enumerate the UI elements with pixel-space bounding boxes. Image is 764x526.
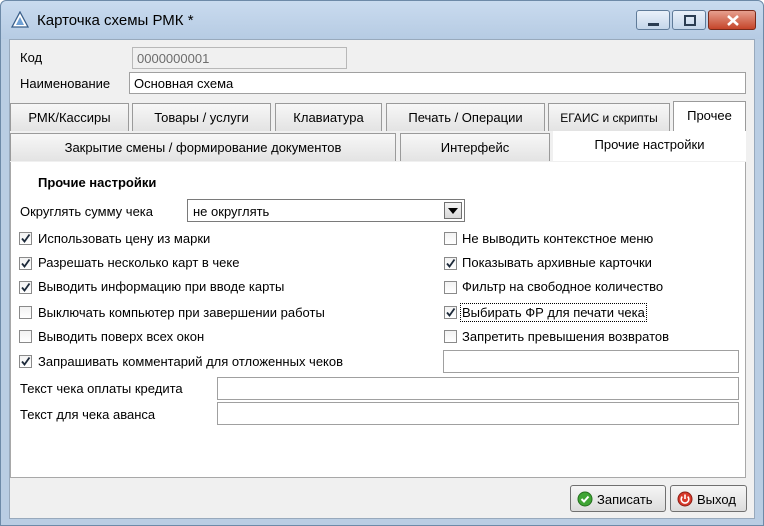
checkbox-card-info[interactable] (19, 281, 32, 294)
title-bar[interactable]: Карточка схемы РМК * (1, 1, 763, 39)
label-always-on-top[interactable]: Выводить поверх всех окон (38, 329, 204, 344)
tab-interface[interactable]: Интерфейс (400, 133, 550, 161)
checkbox-forbid-return-excess[interactable] (444, 330, 457, 343)
label-forbid-return-excess[interactable]: Запретить превышения возвратов (462, 329, 669, 344)
label-deferred-comment[interactable]: Запрашивать комментарий для отложенных ч… (38, 354, 343, 369)
checkbox-always-on-top[interactable] (19, 330, 32, 343)
tab-rmk-cashiers[interactable]: РМК/Кассиры (10, 103, 129, 131)
close-button[interactable] (708, 10, 756, 30)
app-icon (11, 11, 29, 28)
tab-print-operations[interactable]: Печать / Операции (386, 103, 545, 131)
tab-other-settings[interactable]: Прочие настройки (553, 131, 746, 161)
minimize-icon (648, 23, 659, 26)
checkbox-shutdown-pc[interactable] (19, 306, 32, 319)
name-field[interactable]: Основная схема (129, 72, 746, 94)
save-button[interactable]: Записать (570, 485, 666, 512)
checkbox-select-fr[interactable] (444, 306, 457, 319)
label-use-mark-price[interactable]: Использовать цену из марки (38, 231, 210, 246)
checkmark-icon (21, 282, 31, 292)
close-icon (727, 15, 739, 26)
credit-text-label: Текст чека оплаты кредита (20, 381, 183, 396)
tab-other[interactable]: Прочее (673, 101, 746, 131)
label-card-info[interactable]: Выводить информацию при вводе карты (38, 279, 284, 294)
exit-button-label: Выход (697, 492, 736, 507)
checkmark-icon (446, 258, 456, 268)
checkbox-multiple-cards[interactable] (19, 257, 32, 270)
tab-egais-scripts[interactable]: ЕГАИС и скрипты (548, 103, 670, 131)
code-label: Код (20, 50, 43, 65)
label-free-quantity-filter[interactable]: Фильтр на свободное количество (462, 279, 663, 294)
credit-text-field[interactable] (217, 377, 739, 400)
save-button-label: Записать (597, 492, 653, 507)
label-no-context-menu[interactable]: Не выводить контекстное меню (462, 231, 653, 246)
restore-icon (684, 15, 696, 26)
window-title: Карточка схемы РМК * (37, 12, 194, 29)
checkbox-show-archived[interactable] (444, 257, 457, 270)
tab-goods-services[interactable]: Товары / услуги (132, 103, 271, 131)
checkbox-free-quantity-filter[interactable] (444, 281, 457, 294)
check-circle-icon (577, 491, 593, 507)
label-multiple-cards[interactable]: Разрешать несколько карт в чеке (38, 255, 239, 270)
checkmark-icon (446, 307, 456, 317)
checkmark-icon (21, 233, 31, 243)
chevron-down-icon (448, 208, 458, 214)
checkmark-icon (21, 258, 31, 268)
label-show-archived[interactable]: Показывать архивные карточки (462, 255, 652, 270)
tab-shift-close-documents[interactable]: Закрытие смены / формирование документов (10, 133, 396, 161)
rounding-value: не округлять (193, 204, 270, 219)
code-field[interactable]: 0000000001 (132, 47, 347, 69)
checkbox-deferred-comment[interactable] (19, 355, 32, 368)
checkbox-use-mark-price[interactable] (19, 232, 32, 245)
checkbox-no-context-menu[interactable] (444, 232, 457, 245)
checkmark-icon (21, 356, 31, 366)
dropdown-button[interactable] (444, 202, 462, 219)
exit-button[interactable]: Выход (670, 485, 747, 512)
tab-keyboard[interactable]: Клавиатура (275, 103, 382, 131)
rounding-select[interactable]: не округлять (187, 199, 465, 222)
label-select-fr[interactable]: Выбирать ФР для печати чека (460, 303, 647, 322)
section-title: Прочие настройки (38, 175, 157, 190)
minimize-button[interactable] (636, 10, 670, 30)
comment-field[interactable] (443, 350, 739, 373)
rounding-label: Округлять сумму чека (20, 204, 153, 219)
maximize-button[interactable] (672, 10, 706, 30)
advance-text-field[interactable] (217, 402, 739, 425)
power-icon (677, 491, 693, 507)
name-label: Наименование (20, 76, 111, 91)
label-shutdown-pc[interactable]: Выключать компьютер при завершении работ… (38, 305, 325, 320)
advance-text-label: Текст для чека аванса (20, 407, 156, 422)
